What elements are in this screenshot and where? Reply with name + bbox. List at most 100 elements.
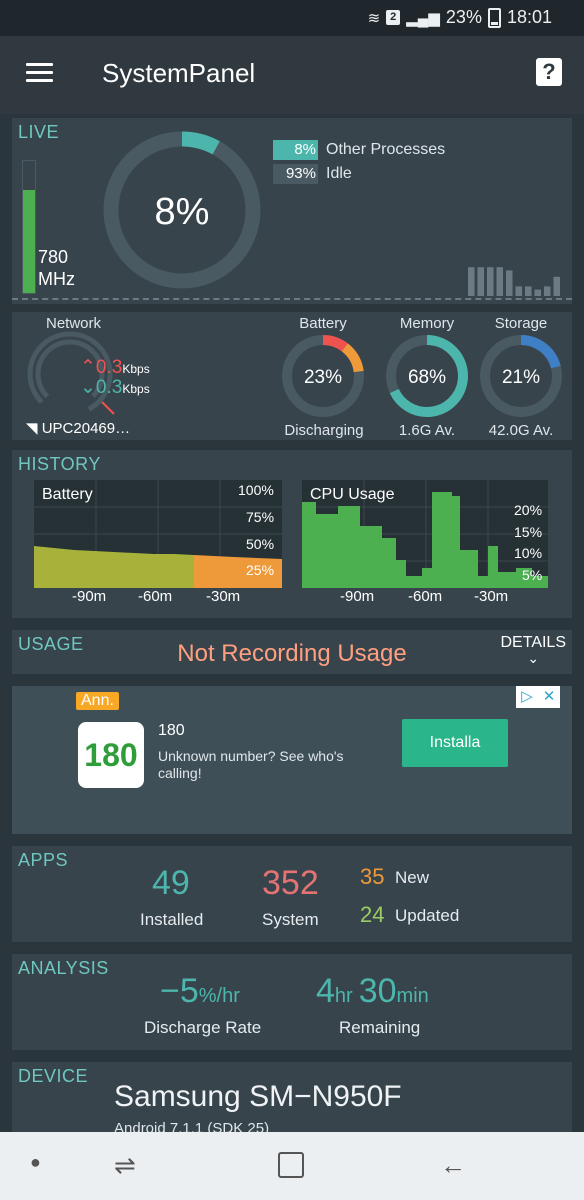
download-value: 0.3 xyxy=(95,377,123,398)
wifi-icon: ≋ xyxy=(367,9,381,27)
upload-value: 0.3 xyxy=(95,357,123,378)
analysis-title: ANALYSIS xyxy=(18,958,109,978)
legend-idle-label: Idle xyxy=(326,165,352,182)
mhz-value: 780 xyxy=(38,247,69,267)
remaining-time: 4hr 30min xyxy=(316,972,429,1011)
history-card[interactable]: HISTORY Battery 100% 75% 50% 25% -90m -6… xyxy=(12,450,572,618)
clock: 18:01 xyxy=(506,7,552,27)
app-title: SystemPanel xyxy=(102,58,256,88)
back-icon[interactable]: ← xyxy=(440,1150,466,1181)
cpu-history-label: CPU Usage xyxy=(310,486,395,503)
sparkline-bar xyxy=(515,286,522,296)
battery-title: Battery xyxy=(299,315,347,332)
device-model: Samsung SM−N950F xyxy=(114,1080,402,1113)
resources-card[interactable]: Network ⌃0.3Kbps ⌄0.3Kbps ◥ UPC20469… Ba… xyxy=(12,312,572,440)
storage-available: 42.0G Av. xyxy=(488,422,554,439)
updated-label: Updated xyxy=(395,906,460,925)
new-label: New xyxy=(395,868,430,887)
legend-other-value: 8% xyxy=(273,140,318,160)
legend-idle-value: 93% xyxy=(273,164,318,184)
hamburger-icon[interactable] xyxy=(26,63,53,83)
wifi-icon: ◥ xyxy=(26,420,38,437)
download-arrow-icon: ⌄ xyxy=(80,377,96,398)
install-button[interactable]: Installa xyxy=(402,719,508,767)
discharge-rate: −5%/hr xyxy=(160,972,240,1011)
memory-value: 68% xyxy=(408,367,446,388)
battery-ring: 23% xyxy=(282,335,364,417)
mhz-unit: MHz xyxy=(38,269,75,289)
battery-xtick-60: -60m xyxy=(138,588,173,605)
close-icon[interactable]: ✕ xyxy=(538,686,560,708)
live-title: LIVE xyxy=(18,122,60,142)
device-card[interactable]: DEVICE Samsung SM−N950F Android 7.1.1 (S… xyxy=(12,1062,572,1142)
memory-available: 1.6G Av. xyxy=(398,422,456,439)
cpu-ytick-5: 5% xyxy=(522,567,543,583)
memory-ring: 68% xyxy=(386,335,468,417)
discharge-unit: %/hr xyxy=(198,985,240,1007)
usage-status: Not Recording Usage xyxy=(177,640,407,667)
battery-icon xyxy=(487,7,501,28)
apps-title: APPS xyxy=(18,850,69,870)
cpu-percent: 8% xyxy=(155,191,210,233)
dot-icon[interactable]: ● xyxy=(30,1152,41,1173)
sparkline-bar xyxy=(525,286,532,296)
ad-description: Unknown number? See who's calling! xyxy=(158,748,344,781)
recents-icon[interactable]: ⇌ xyxy=(114,1150,136,1181)
discharge-value: −5 xyxy=(160,972,199,1010)
apps-card[interactable]: APPS 49 Installed 352 System 35 New 24 U… xyxy=(12,846,572,942)
ad-card[interactable]: Ann. ▷ ✕ 180 180 Unknown number? See who'… xyxy=(12,686,572,834)
cpu-ytick-20: 20% xyxy=(514,502,543,518)
remaining-hours: 4 xyxy=(316,972,335,1010)
cpu-xtick-30: -30m xyxy=(474,588,509,605)
battery-xtick-30: -30m xyxy=(206,588,241,605)
remaining-label: Remaining xyxy=(339,1018,421,1037)
device-title: DEVICE xyxy=(18,1066,89,1086)
memory-title: Memory xyxy=(399,315,455,332)
app-bar: SystemPanel ? xyxy=(0,36,584,114)
ad-title[interactable]: 180 xyxy=(158,722,185,740)
ad-info-icon[interactable]: ▷ xyxy=(516,686,538,708)
cpu-ytick-15: 15% xyxy=(514,524,543,540)
discharge-label: Discharge Rate xyxy=(144,1018,262,1037)
usage-card[interactable]: USAGE Not Recording Usage DETAILS ⌄ xyxy=(12,630,572,674)
battery-status: Discharging xyxy=(284,422,364,439)
wifi-ssid: ◥ UPC20469… xyxy=(26,419,130,437)
sparkline-bar xyxy=(487,267,494,296)
cpu-frequency-text: 780 MHz xyxy=(38,246,75,290)
ad-choices[interactable]: ▷ ✕ xyxy=(516,686,560,708)
battery-ytick-25: 25% xyxy=(246,562,275,578)
sparkline-bar xyxy=(544,286,551,296)
legend-other-label: Other Processes xyxy=(326,141,446,158)
cpu-frequency-fill xyxy=(23,190,35,293)
cpu-xtick-60: -60m xyxy=(408,588,443,605)
system-count: 352 xyxy=(262,864,319,902)
help-icon[interactable]: ? xyxy=(536,58,562,86)
new-count: 35 xyxy=(360,864,385,889)
remaining-minutes: 30 xyxy=(358,972,397,1010)
upload-arrow-icon: ⌃ xyxy=(80,357,96,378)
cpu-xtick-90: -90m xyxy=(340,588,375,605)
battery-ytick-75: 75% xyxy=(246,509,275,525)
ad-badge: Ann. xyxy=(76,692,119,710)
analysis-card[interactable]: ANALYSIS −5%/hr Discharge Rate 4hr 30min … xyxy=(12,954,572,1050)
notification-badge: 2 xyxy=(386,10,401,25)
system-label: System xyxy=(262,910,319,929)
divider xyxy=(12,298,572,300)
battery-value: 23% xyxy=(304,367,342,388)
home-icon[interactable] xyxy=(278,1152,304,1178)
remaining-minutes-unit: min xyxy=(396,985,429,1007)
sparkline-bar xyxy=(468,267,475,296)
signal-icon: ▂▄▆ xyxy=(406,9,440,27)
ad-app-icon[interactable]: 180 xyxy=(78,722,144,788)
sparkline-bar xyxy=(506,270,513,296)
download-unit: Kbps xyxy=(122,382,150,396)
network-download: ⌄0.3Kbps xyxy=(80,376,150,399)
installed-count: 49 xyxy=(152,864,190,902)
details-button[interactable]: DETAILS ⌄ xyxy=(501,634,567,666)
battery-history-label: Battery xyxy=(42,486,93,503)
legend-other-processes: 8% Other Processes xyxy=(273,140,445,160)
battery-ytick-50: 50% xyxy=(246,536,275,552)
live-card[interactable]: LIVE 780 MHz 8% 8% Other Processes 93% Idl… xyxy=(12,118,572,304)
battery-ytick-100: 100% xyxy=(238,482,274,498)
chevron-down-icon: ⌄ xyxy=(527,650,540,666)
